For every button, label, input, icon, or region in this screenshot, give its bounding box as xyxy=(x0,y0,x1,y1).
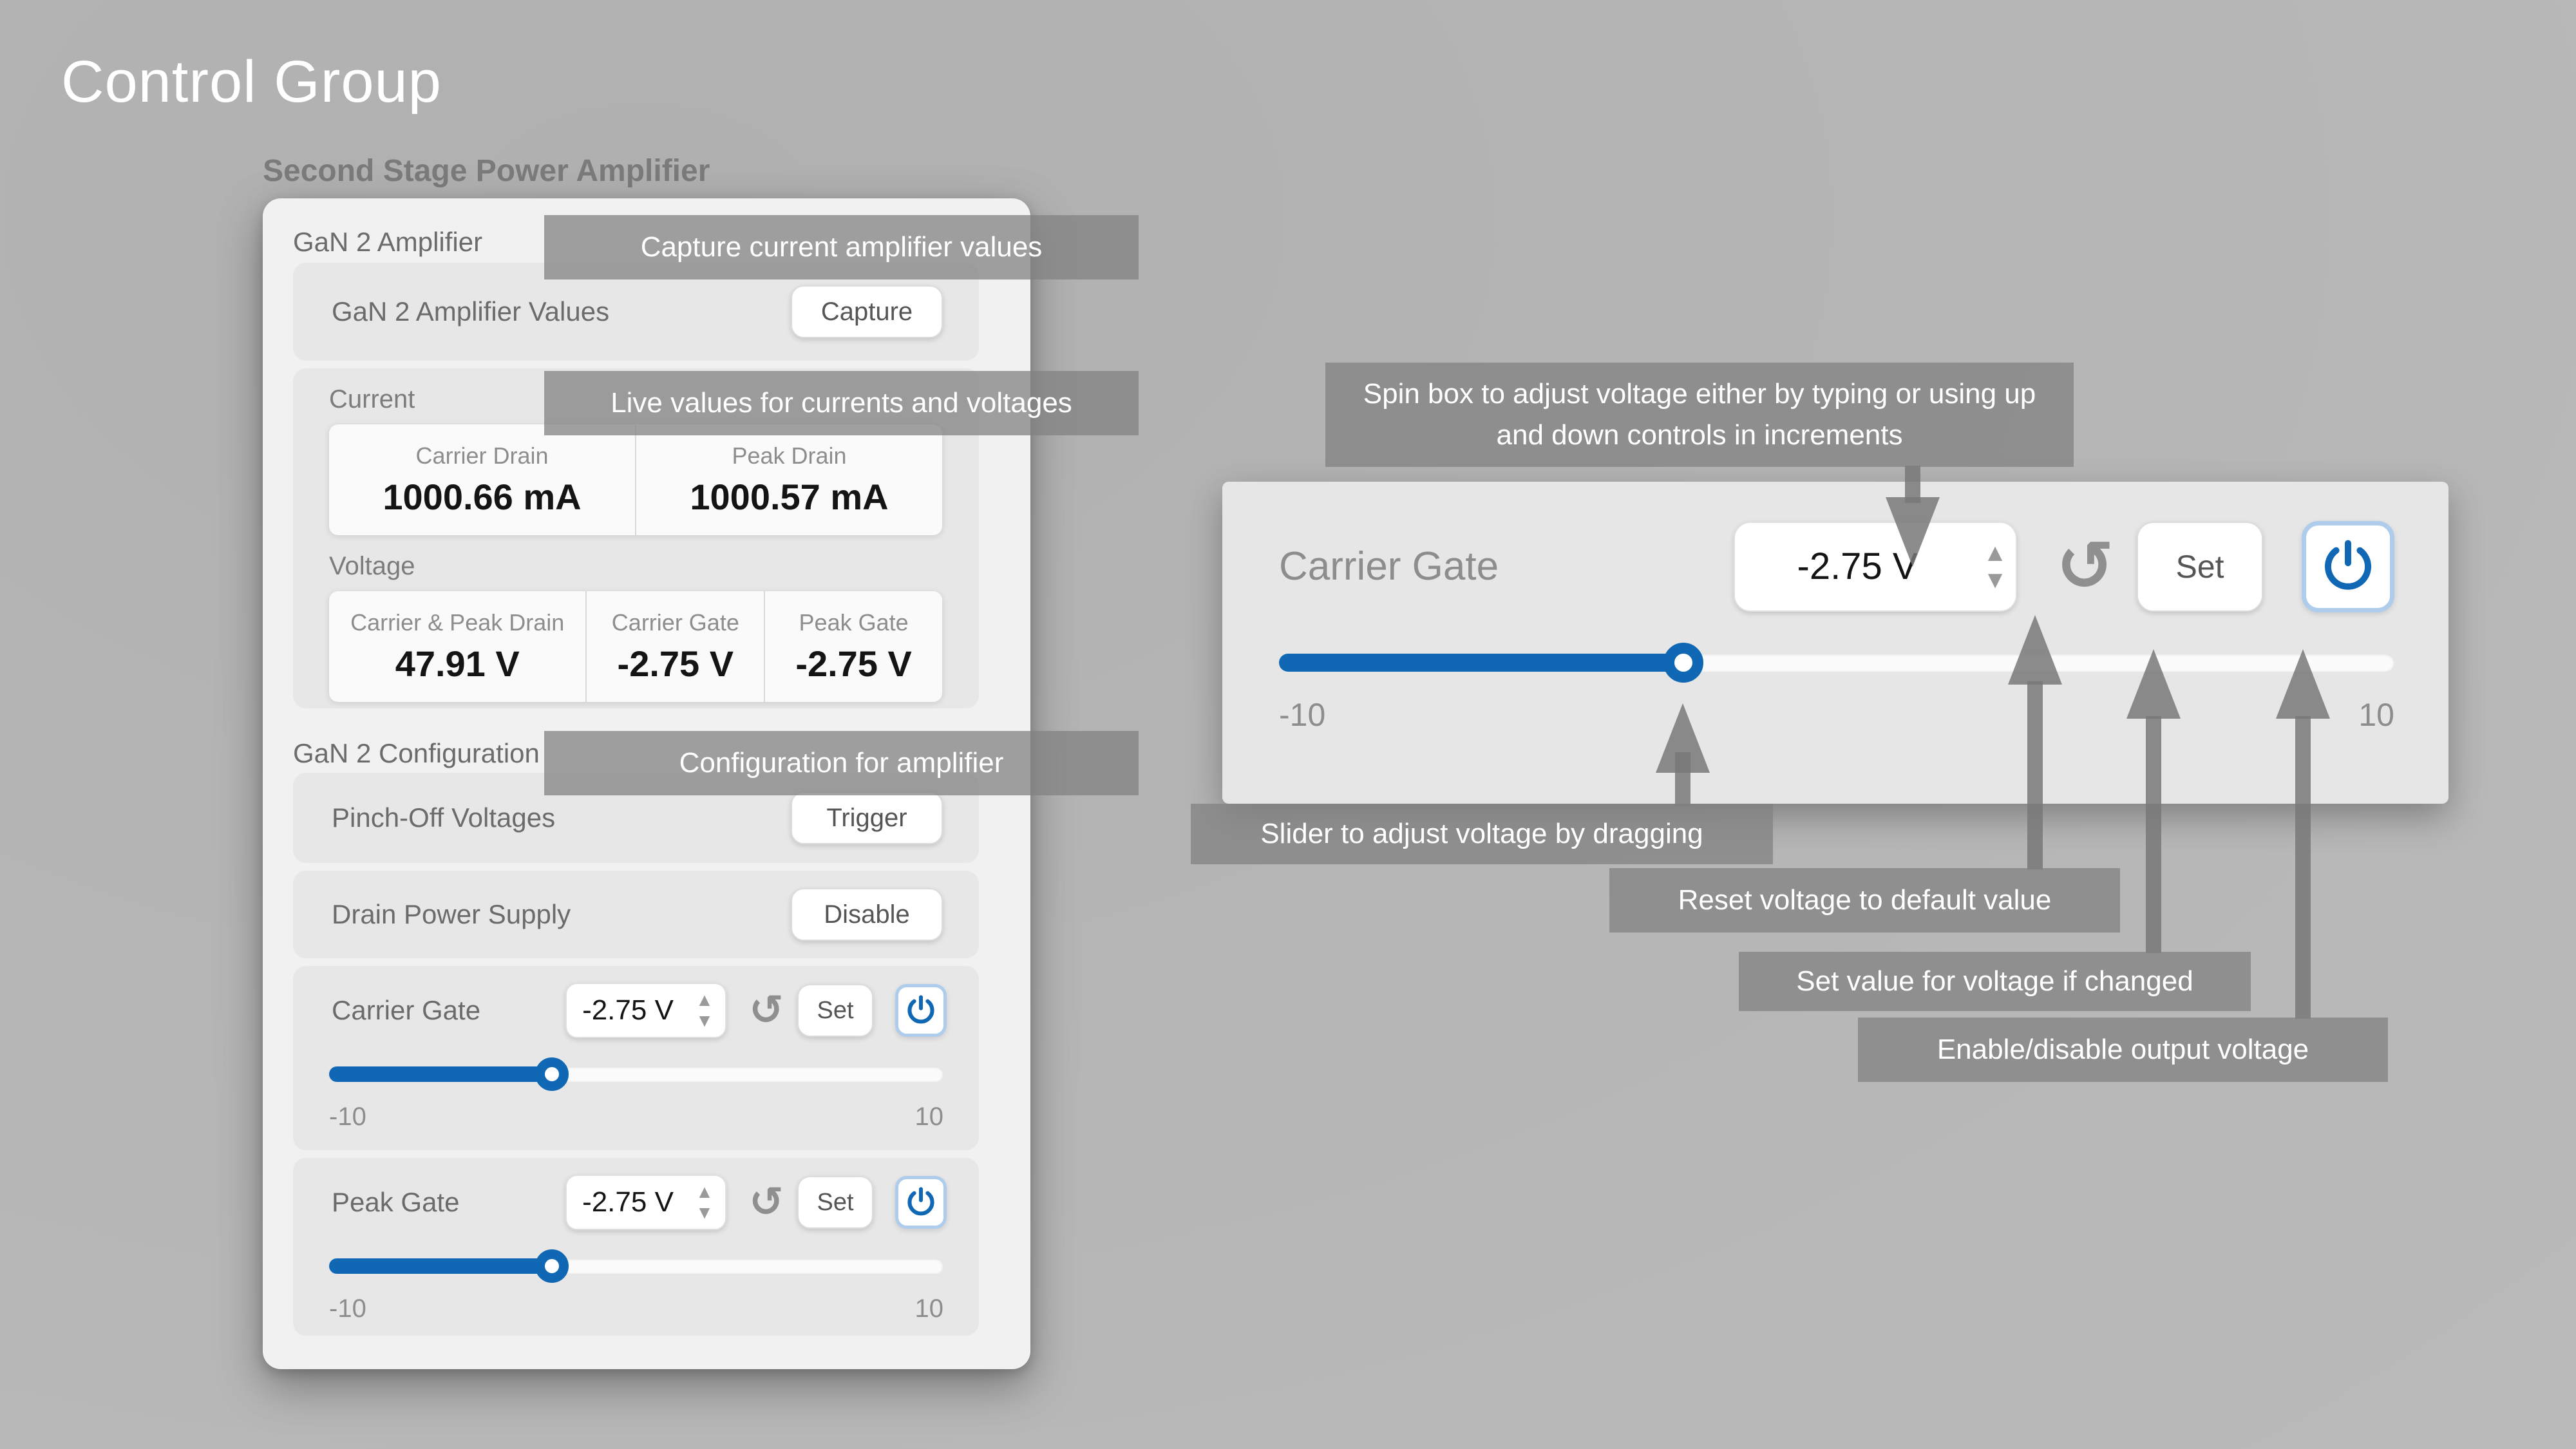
peak-gate-label: Peak Gate xyxy=(332,1187,565,1218)
slider-fill xyxy=(1279,654,1683,672)
slider-fill xyxy=(329,1066,552,1082)
reading-caption: Carrier Gate xyxy=(612,609,739,636)
power-icon xyxy=(904,994,938,1027)
voltage-readings-grid: Carrier & Peak Drain 47.91 V Carrier Gat… xyxy=(329,591,942,702)
spin-up-icon[interactable]: ▲ xyxy=(1983,541,2007,565)
pinchoff-label: Pinch-Off Voltages xyxy=(332,802,791,833)
peak-gate-cell: Peak Gate -2.75 V xyxy=(764,591,942,702)
reset-icon[interactable]: ↺ xyxy=(735,987,797,1034)
peak-drain-cell: Peak Drain 1000.57 mA xyxy=(635,424,942,535)
slider-thumb[interactable] xyxy=(535,1057,569,1091)
peak-gate-card: Peak Gate -2.75 V ▲ ▼ ↺ Set -10 xyxy=(293,1158,979,1336)
carrier-gate-card: Carrier Gate -2.75 V ▲ ▼ ↺ Set -10 xyxy=(293,966,979,1150)
callout-spinbox: Spin box to adjust voltage either by typ… xyxy=(1325,363,2074,467)
detail-carrier-gate-label: Carrier Gate xyxy=(1279,544,1734,589)
reading-value: 1000.57 mA xyxy=(690,476,888,518)
reading-caption: Peak Gate xyxy=(799,609,909,636)
carrier-gate-detail-panel: Carrier Gate -2.75 V ▲ ▼ ↺ Set -10 10 xyxy=(1222,482,2448,804)
reset-icon[interactable]: ↺ xyxy=(2034,526,2137,607)
callout-set: Set value for voltage if changed xyxy=(1739,952,2251,1011)
slider-max-label: 10 xyxy=(2358,696,2394,734)
slider-thumb[interactable] xyxy=(535,1249,569,1283)
callout-capture: Capture current amplifier values xyxy=(544,215,1139,279)
spinbox-value[interactable]: -2.75 V xyxy=(1735,545,1980,588)
section-gan2-amplifier: GaN 2 Amplifier xyxy=(293,227,482,258)
spinbox-value[interactable]: -2.75 V xyxy=(567,994,689,1027)
power-annotation-arrow xyxy=(2295,716,2311,1019)
section-gan2-configuration: GaN 2 Configuration xyxy=(293,738,540,769)
spin-up-icon[interactable]: ▲ xyxy=(696,991,714,1009)
slider-min-label: -10 xyxy=(329,1294,366,1323)
callout-configuration: Configuration for amplifier xyxy=(544,731,1139,795)
detail-voltage-slider[interactable] xyxy=(1279,643,2394,682)
reading-caption: Carrier Drain xyxy=(415,442,548,469)
reading-caption: Peak Drain xyxy=(732,442,846,469)
callout-slider: Slider to adjust voltage by dragging xyxy=(1191,804,1773,864)
spin-up-icon[interactable]: ▲ xyxy=(696,1183,714,1201)
reading-value: 47.91 V xyxy=(395,643,520,685)
spin-down-icon[interactable]: ▼ xyxy=(696,1012,714,1030)
voltage-group-label: Voltage xyxy=(329,552,979,581)
carrier-gate-label: Carrier Gate xyxy=(332,995,565,1026)
capture-button[interactable]: Capture xyxy=(791,285,943,338)
set-annotation-arrowhead xyxy=(2126,649,2181,719)
slider-min-label: -10 xyxy=(329,1103,366,1132)
slider-annotation-arrowhead xyxy=(1656,703,1710,773)
detail-power-toggle-button[interactable] xyxy=(2302,521,2394,612)
power-annotation-arrowhead xyxy=(2276,649,2330,719)
set-button[interactable]: Set xyxy=(797,1176,873,1229)
power-icon xyxy=(2318,537,2378,596)
reading-value: -2.75 V xyxy=(795,643,912,685)
callout-reset: Reset voltage to default value xyxy=(1609,868,2120,933)
callout-enable: Enable/disable output voltage xyxy=(1858,1018,2388,1082)
panel-subtitle: Second Stage Power Amplifier xyxy=(263,153,710,189)
drain-supply-card: Drain Power Supply Disable xyxy=(293,871,979,958)
reset-annotation-arrowhead xyxy=(2008,615,2062,685)
slider-fill xyxy=(329,1258,552,1274)
detail-set-button[interactable]: Set xyxy=(2137,522,2263,612)
slider-thumb[interactable] xyxy=(1663,643,1703,683)
power-toggle-button[interactable] xyxy=(895,984,947,1037)
carrier-peak-drain-cell: Carrier & Peak Drain 47.91 V xyxy=(329,591,585,702)
carrier-gate-slider[interactable] xyxy=(329,1057,943,1091)
slider-max-label: 10 xyxy=(915,1294,944,1323)
reading-caption: Carrier & Peak Drain xyxy=(350,609,564,636)
set-annotation-arrow xyxy=(2146,716,2161,953)
spinbox-value[interactable]: -2.75 V xyxy=(567,1186,689,1218)
slider-max-label: 10 xyxy=(915,1103,944,1132)
carrier-gate-cell: Carrier Gate -2.75 V xyxy=(585,591,764,702)
spin-down-icon[interactable]: ▼ xyxy=(696,1204,714,1222)
current-readings-grid: Carrier Drain 1000.66 mA Peak Drain 1000… xyxy=(329,424,942,535)
values-row-label: GaN 2 Amplifier Values xyxy=(332,296,791,327)
carrier-drain-cell: Carrier Drain 1000.66 mA xyxy=(329,424,635,535)
detail-voltage-spinbox[interactable]: -2.75 V ▲ ▼ xyxy=(1734,522,2017,612)
spinbox-annotation-arrowhead xyxy=(1886,497,1940,567)
callout-live-values: Live values for currents and voltages xyxy=(544,371,1139,435)
slider-min-label: -10 xyxy=(1279,696,1325,734)
disable-button[interactable]: Disable xyxy=(791,888,943,941)
power-toggle-button[interactable] xyxy=(895,1176,947,1229)
reading-value: 1000.66 mA xyxy=(383,476,581,518)
reading-value: -2.75 V xyxy=(618,643,734,685)
spin-down-icon[interactable]: ▼ xyxy=(1983,568,2007,592)
carrier-gate-spinbox[interactable]: -2.75 V ▲ ▼ xyxy=(565,983,726,1038)
page-title: Control Group xyxy=(61,48,442,116)
peak-gate-spinbox[interactable]: -2.75 V ▲ ▼ xyxy=(565,1175,726,1230)
power-icon xyxy=(904,1186,938,1219)
reset-annotation-arrow xyxy=(2027,681,2043,869)
set-button[interactable]: Set xyxy=(797,984,873,1037)
peak-gate-slider[interactable] xyxy=(329,1249,943,1283)
reset-icon[interactable]: ↺ xyxy=(735,1179,797,1226)
trigger-button[interactable]: Trigger xyxy=(791,791,943,844)
drain-supply-label: Drain Power Supply xyxy=(332,899,791,930)
